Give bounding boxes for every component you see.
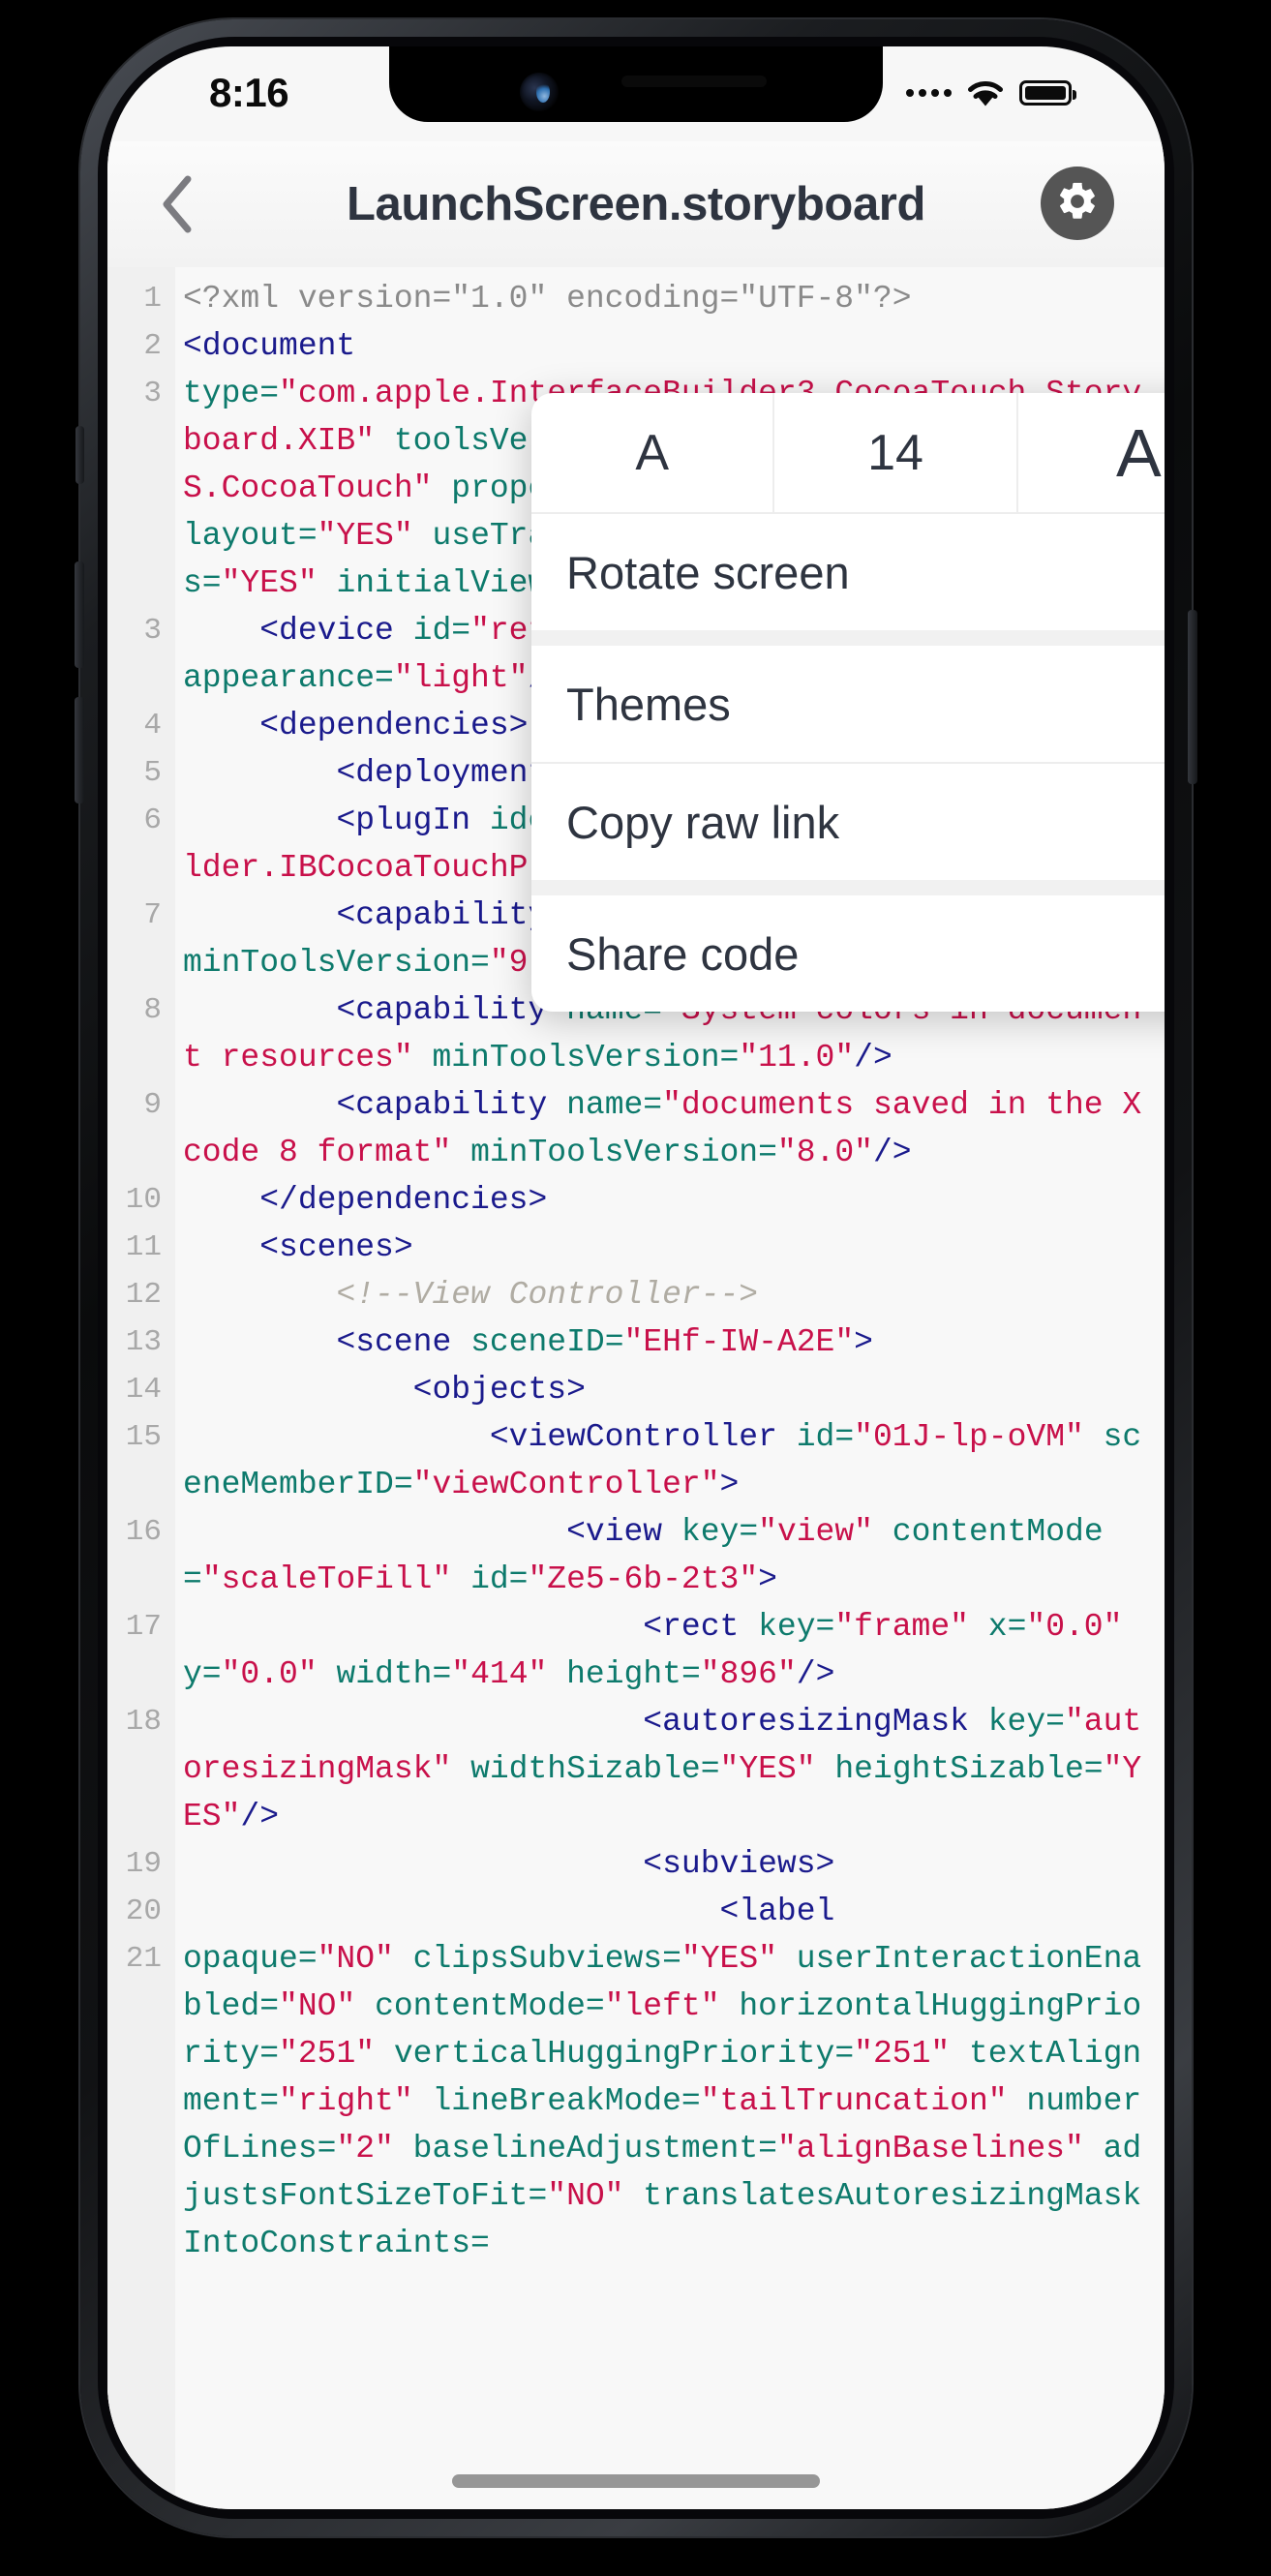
line-number: 9 <box>143 1088 162 1122</box>
code-line: 21 opaque="NO" clipsSubviews="YES" userIn… <box>107 1935 1165 2267</box>
code-line: 15 <viewController id="01J-lp-oVM" scene… <box>107 1413 1165 1508</box>
line-number: 14 <box>125 1373 162 1407</box>
code-line: 2 <document <box>107 322 1165 370</box>
gear-icon <box>1055 179 1100 228</box>
code-line: 9 <capability name="documents saved in t… <box>107 1081 1165 1176</box>
code-line: 13 <scene sceneID="EHf-IW-A2E"> <box>107 1318 1165 1366</box>
code-line-text: <view key="view" contentMode="scaleToFil… <box>183 1514 1104 1597</box>
menu-separator <box>531 630 1165 646</box>
code-line: 18 <autoresizingMask key="autoresizingMa… <box>107 1698 1165 1840</box>
code-line-text: <document <box>183 328 356 364</box>
settings-popup-menu: A 14 A Rotate screen Themes Copy raw lin… <box>531 393 1165 1012</box>
code-line-text: <viewController id="01J-lp-oVM" sceneMem… <box>183 1419 1142 1502</box>
line-number: 8 <box>143 993 162 1027</box>
menu-item-copy-raw-link[interactable]: Copy raw link <box>531 764 1165 880</box>
line-number: 12 <box>125 1278 162 1312</box>
line-number: 19 <box>125 1847 162 1881</box>
increase-font-size-button[interactable]: A <box>1015 393 1165 512</box>
menu-item-share-code[interactable]: Share code <box>531 895 1165 1012</box>
code-line-text: <label <box>719 1894 835 1929</box>
code-line: 1 <?xml version="1.0" encoding="UTF-8"?> <box>107 275 1165 322</box>
line-number: 16 <box>125 1515 162 1549</box>
wifi-icon <box>965 77 1006 108</box>
line-number: 15 <box>125 1420 162 1454</box>
decrease-font-size-button[interactable]: A <box>531 393 772 512</box>
code-line-text: <rect key="frame" x="0.0" y="0.0" width=… <box>183 1609 1123 1692</box>
menu-item-rotate-screen[interactable]: Rotate screen <box>531 514 1165 630</box>
code-line-text: opaque="NO" clipsSubviews="YES" userInte… <box>183 1941 1142 2261</box>
line-number: 3 <box>143 377 162 410</box>
status-time: 8:16 <box>209 70 289 115</box>
code-line: 11 <scenes> <box>107 1224 1165 1271</box>
phone-screen: 8:16 LaunchScreen.storyboard 1 <?xml ver… <box>107 46 1165 2509</box>
line-number: 7 <box>143 898 162 932</box>
code-line-text: </dependencies> <box>259 1182 548 1218</box>
share-upload-icon <box>1153 924 1165 984</box>
page-title: LaunchScreen.storyboard <box>346 178 925 230</box>
menu-item-themes[interactable]: Themes <box>531 646 1165 762</box>
menu-item-label: Share code <box>566 927 800 980</box>
menu-separator <box>531 880 1165 895</box>
line-number: 13 <box>125 1325 162 1359</box>
code-line-text: <scenes> <box>259 1229 413 1265</box>
silent-switch[interactable] <box>76 426 84 484</box>
battery-icon <box>1019 80 1076 106</box>
line-number: 21 <box>125 1942 162 1976</box>
line-number: 2 <box>143 329 162 363</box>
menu-item-label: Themes <box>566 678 731 730</box>
line-number: 17 <box>125 1610 162 1644</box>
code-line-text: <autoresizingMask key="autoresizingMask"… <box>183 1704 1142 1834</box>
battery-fill <box>1025 86 1066 100</box>
code-line-text: <subviews> <box>643 1846 835 1882</box>
menu-item-label: Copy raw link <box>566 796 840 848</box>
line-number: 20 <box>125 1894 162 1928</box>
code-line: 14 <objects> <box>107 1366 1165 1413</box>
rotate-screen-icon <box>1153 540 1165 604</box>
line-number: 5 <box>143 756 162 790</box>
line-number: 6 <box>143 803 162 837</box>
line-number: 3 <box>143 614 162 648</box>
status-bar: 8:16 <box>107 46 1165 141</box>
volume-down-button[interactable] <box>75 697 84 803</box>
line-number: 10 <box>125 1183 162 1217</box>
code-line: 19 <subviews> <box>107 1840 1165 1888</box>
code-line-text: <!--View Controller--> <box>336 1277 759 1313</box>
palette-icon <box>1153 674 1165 734</box>
signal-dots-icon <box>906 89 952 97</box>
settings-button[interactable] <box>1041 167 1114 240</box>
code-line-text: <objects> <box>412 1372 586 1408</box>
line-number: 11 <box>125 1230 162 1264</box>
code-line: 20 <label <box>107 1888 1165 1935</box>
code-line-text: <scene sceneID="EHf-IW-A2E"> <box>336 1324 873 1360</box>
status-indicators <box>906 77 1076 108</box>
code-line: 12 <!--View Controller--> <box>107 1271 1165 1318</box>
copy-icon <box>1153 792 1165 852</box>
home-indicator[interactable] <box>452 2474 820 2488</box>
code-line: 17 <rect key="frame" x="0.0" y="0.0" wid… <box>107 1603 1165 1698</box>
phone-device-frame: 8:16 LaunchScreen.storyboard 1 <?xml ver… <box>75 19 1197 2536</box>
line-number: 18 <box>125 1705 162 1739</box>
navigation-bar: LaunchScreen.storyboard <box>107 141 1165 267</box>
code-line-text: <capability name="documents saved in the… <box>183 1087 1142 1170</box>
volume-up-button[interactable] <box>75 561 84 668</box>
code-line: 10 </dependencies> <box>107 1176 1165 1224</box>
font-size-value[interactable]: 14 <box>772 393 1015 512</box>
menu-item-label: Rotate screen <box>566 546 850 598</box>
font-size-controls: A 14 A <box>531 393 1165 514</box>
line-number: 4 <box>143 709 162 742</box>
power-button[interactable] <box>1188 610 1197 784</box>
code-line: 16 <view key="view" contentMode="scaleTo… <box>107 1508 1165 1603</box>
line-number: 1 <box>143 282 162 316</box>
code-line-text: <?xml version="1.0" encoding="UTF-8"?> <box>183 281 912 317</box>
